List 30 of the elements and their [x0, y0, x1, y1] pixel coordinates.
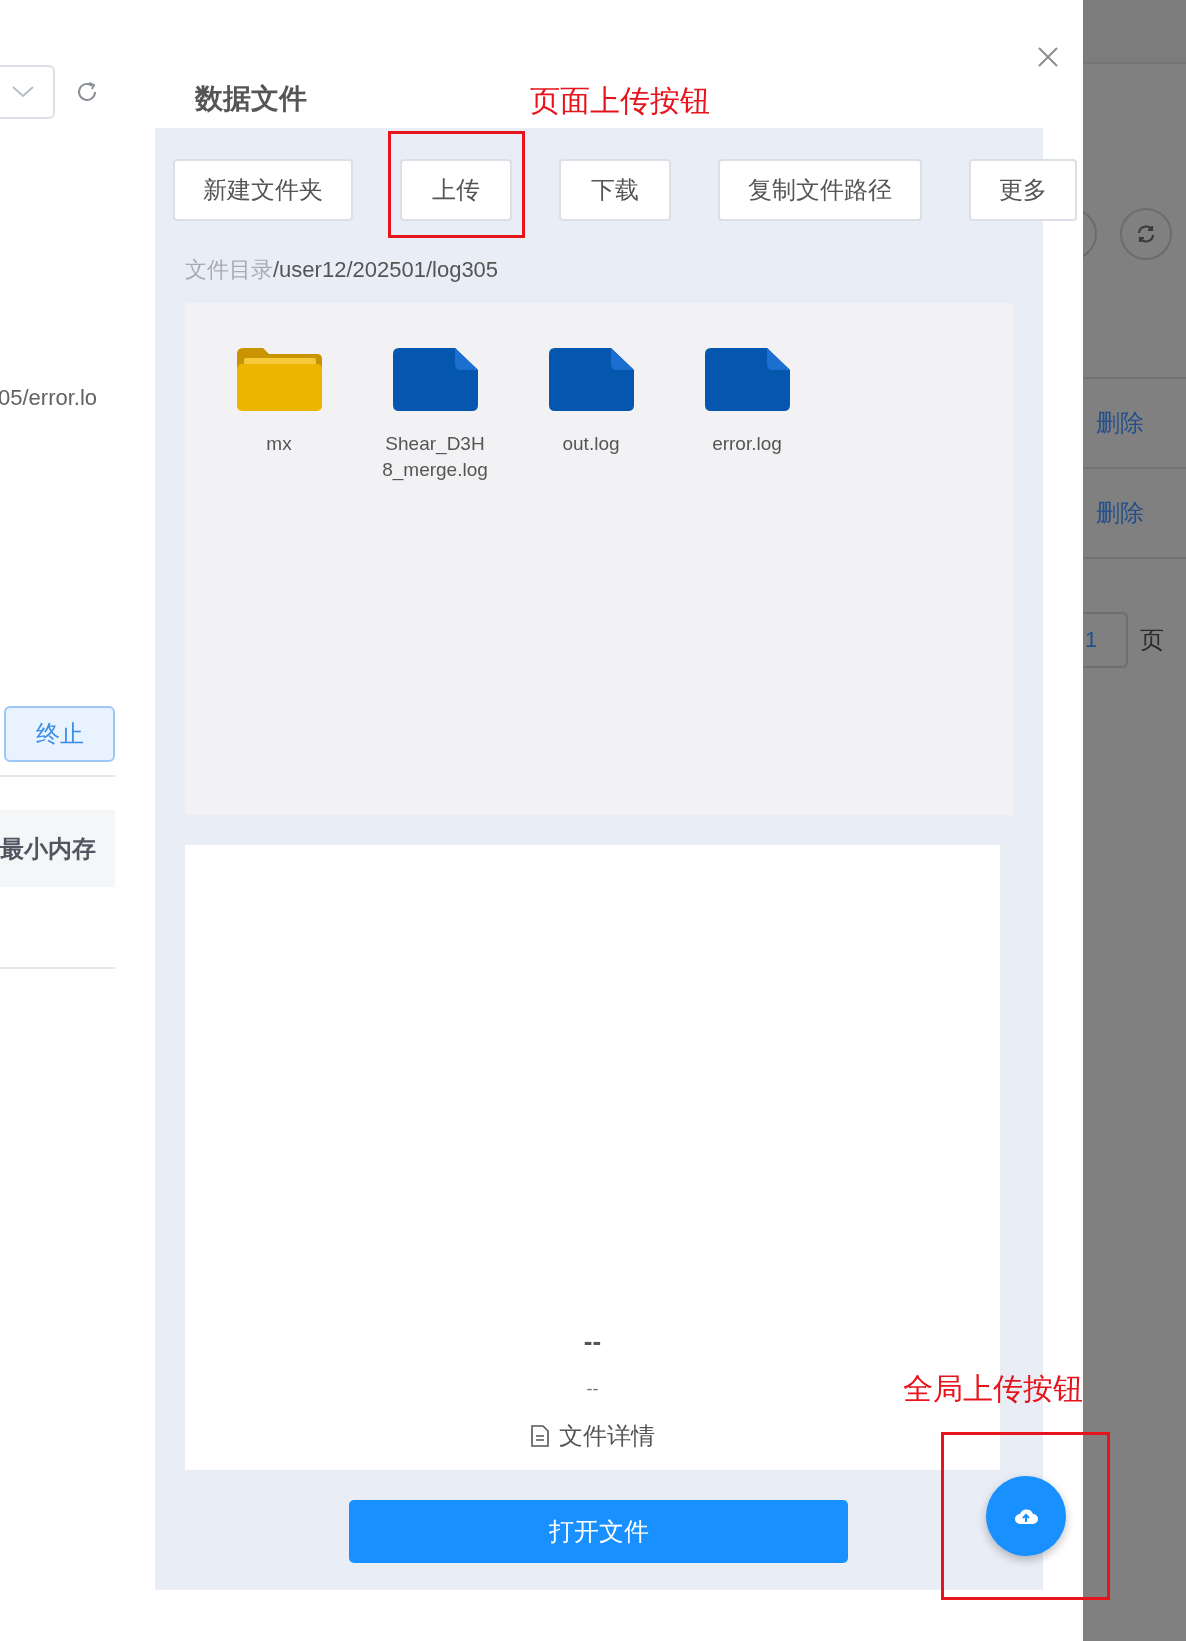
folder-icon[interactable] — [236, 348, 322, 411]
close-icon[interactable] — [1037, 46, 1059, 68]
file-name[interactable]: out.log — [537, 431, 645, 457]
breadcrumb-label: 文件目录 — [185, 257, 273, 282]
chevron-down-icon — [12, 86, 34, 98]
toolbar-button[interactable]: 上传 — [400, 159, 512, 221]
toolbar-button[interactable]: 更多 — [969, 159, 1077, 221]
dialog-title: 数据文件 — [195, 82, 307, 116]
file-details-link[interactable]: 文件详情 — [530, 1420, 655, 1452]
detail-subtitle: -- — [586, 1379, 599, 1400]
file-name[interactable]: mx — [225, 431, 333, 457]
file-name[interactable]: Shear_D3H8_merge.log — [381, 431, 489, 483]
file-icon[interactable] — [392, 348, 478, 411]
circle-button[interactable] — [1120, 208, 1172, 260]
toolbar-button[interactable]: 复制文件路径 — [718, 159, 922, 221]
file-name[interactable]: error.log — [693, 431, 801, 457]
detail-title: -- — [583, 1326, 602, 1357]
annotation-text: 页面上传按钮 — [530, 83, 710, 119]
page-label: 页 — [1140, 625, 1164, 655]
dropdown-field[interactable] — [0, 65, 55, 119]
file-icon[interactable] — [704, 348, 790, 411]
toolbar-button[interactable]: 下载 — [559, 159, 671, 221]
file-icon[interactable] — [548, 348, 634, 411]
annotation-text: 全局上传按钮 — [903, 1371, 1083, 1407]
toolbar-button[interactable]: 新建文件夹 — [173, 159, 353, 221]
column-header: 最小内存 — [0, 810, 115, 887]
refresh-icon[interactable] — [75, 80, 99, 104]
refresh-icon — [1136, 224, 1156, 244]
breadcrumb-path: /user12/202501/log305 — [273, 257, 499, 282]
document-icon — [530, 1425, 549, 1447]
